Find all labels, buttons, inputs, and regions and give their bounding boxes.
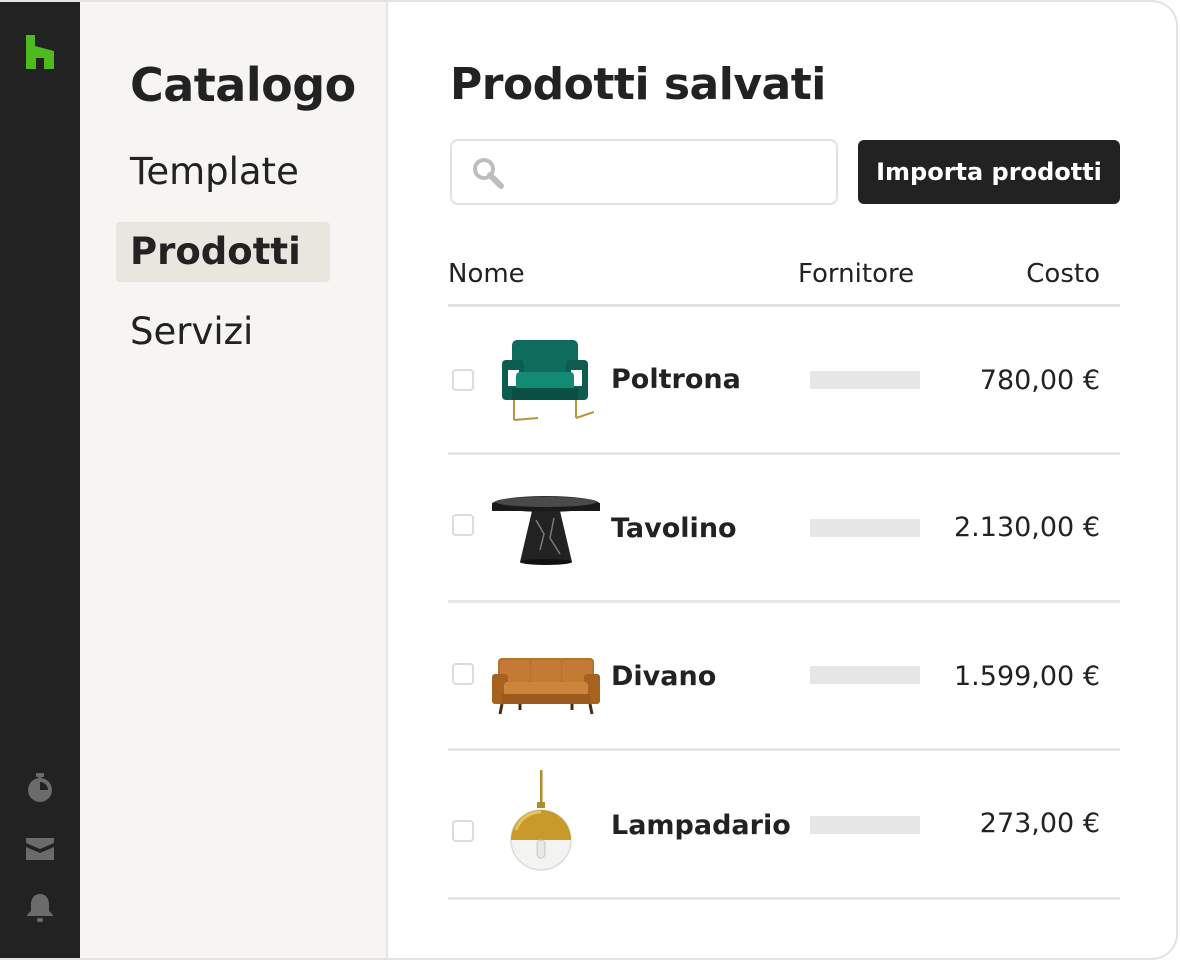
row-checkbox[interactable]: [452, 514, 474, 536]
product-name: Tavolino: [611, 513, 737, 544]
row-divider: [448, 600, 1120, 603]
sofa-image: [492, 658, 600, 715]
column-header-cost[interactable]: Costo: [1026, 254, 1100, 294]
product-cost: 780,00 €: [979, 365, 1100, 396]
row-checkbox[interactable]: [452, 663, 474, 685]
product-cost: 2.130,00 €: [954, 512, 1100, 543]
product-cost: 1.599,00 €: [954, 661, 1100, 692]
supplier-placeholder: [810, 371, 920, 389]
table-image: [492, 496, 600, 565]
sidebar-item-servizi[interactable]: Servizi: [116, 302, 330, 362]
row-divider: [448, 452, 1120, 455]
sidebar-item-template[interactable]: Template: [116, 142, 330, 202]
page-title: Prodotti salvati: [450, 59, 826, 110]
product-cost: 273,00 €: [979, 808, 1100, 839]
search-icon: [473, 158, 504, 189]
supplier-placeholder: [810, 666, 920, 684]
catalog-sidebar: Catalogo Template Prodotti Servizi: [80, 2, 388, 958]
app-window: Catalogo Template Prodotti Servizi Prodo…: [0, 0, 1178, 960]
app-rail: [0, 2, 80, 958]
main-content: Prodotti salvati Importa prodotti Nome F…: [388, 2, 1176, 958]
product-name: Lampadario: [611, 810, 791, 841]
search-box[interactable]: [450, 139, 838, 205]
armchair-image: [502, 340, 594, 421]
product-name: Poltrona: [611, 364, 741, 395]
sidebar-item-prodotti[interactable]: Prodotti: [116, 222, 330, 282]
supplier-placeholder: [810, 519, 920, 537]
houzz-logo-icon[interactable]: [24, 35, 56, 69]
product-name: Divano: [611, 661, 717, 692]
bell-icon[interactable]: [24, 891, 56, 923]
row-divider: [448, 897, 1120, 900]
column-header-supplier[interactable]: Fornitore: [798, 254, 914, 294]
column-header-name[interactable]: Nome: [448, 254, 525, 294]
timer-icon[interactable]: [24, 772, 56, 804]
search-input[interactable]: [510, 153, 824, 193]
row-divider: [448, 748, 1120, 751]
supplier-placeholder: [810, 816, 920, 834]
row-checkbox[interactable]: [452, 369, 474, 391]
pendant-lamp-image: [510, 770, 572, 871]
header-divider: [448, 304, 1120, 307]
sidebar-title: Catalogo: [130, 58, 356, 112]
row-checkbox[interactable]: [452, 820, 474, 842]
inbox-icon[interactable]: [24, 833, 56, 865]
import-products-button[interactable]: Importa prodotti: [858, 140, 1120, 204]
